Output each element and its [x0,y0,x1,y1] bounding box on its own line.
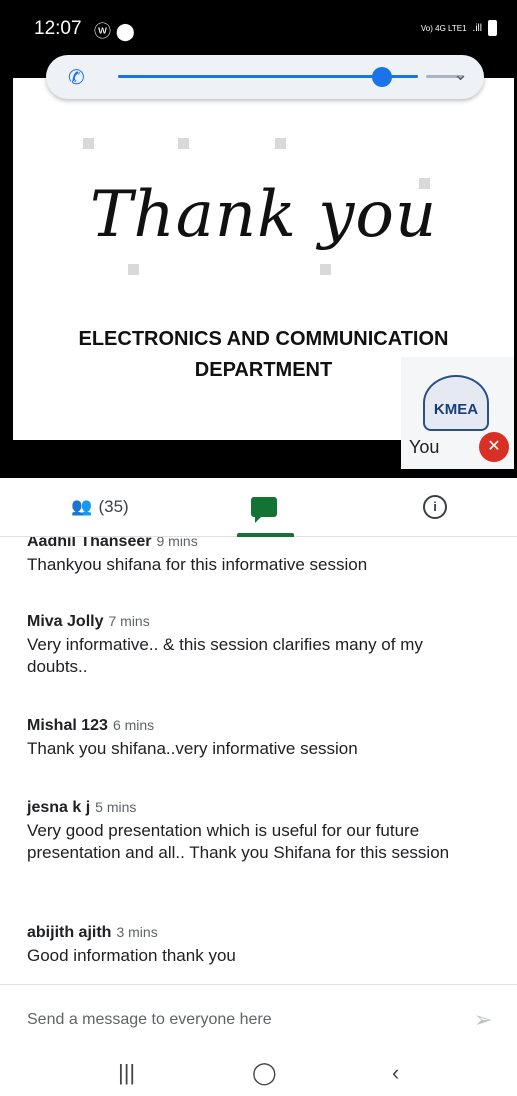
status-right: Vo) 4G LTE1 .ill [421,20,497,36]
message-sender: abijith ajith [27,924,112,941]
message-composer: Send a message to everyone here ➢ [0,984,517,1053]
message-text: Thank you shifana..very informative sess… [27,739,358,758]
chat-message: Miva Jolly 7 mins Very informative.. & th… [27,613,487,678]
meeting-tabs: 👥 (35) i [0,478,517,537]
people-icon: 👥 [71,497,93,516]
message-time: 9 mins [156,537,198,549]
message-sender: Mishal 123 [27,717,108,734]
slide-department-line1: ELECTRONICS AND COMMUNICATION [78,328,449,350]
message-time: 5 mins [95,799,137,815]
status-bar: 12:07 ⓦ ⬤ Vo) 4G LTE1 .ill [0,0,517,58]
network-indicator: Vo) 4G LTE1 [420,23,467,33]
chevron-down-icon[interactable]: ⌄ [453,64,468,85]
kmea-logo: KMEA [423,375,489,431]
info-icon: i [423,495,447,519]
decor-dot [128,264,139,275]
decor-dot [275,138,286,149]
status-time: 12:07 [34,18,82,39]
message-time: 7 mins [108,613,150,629]
chat-message: abijith ajith 3 mins Good information tha… [27,924,487,967]
message-input[interactable]: Send a message to everyone here [27,1011,272,1029]
send-icon[interactable]: ➢ [474,1007,492,1033]
notification-icons: ⓦ ⬤ [94,22,135,41]
message-time: 3 mins [116,924,158,940]
recents-button[interactable]: ||| [118,1060,135,1086]
message-text: Thankyou shifana for this informative se… [27,555,368,574]
message-sender: Aadhil Thanseer [27,537,152,550]
volume-slider-thumb[interactable] [372,67,392,87]
decor-dot [178,138,189,149]
message-sender: jesna k j [27,799,91,816]
system-nav-bar: ||| ◯ ‹ [0,1052,517,1096]
chat-icon [251,497,277,523]
chat-message: Mishal 123 6 mins Thank you shifana..very… [27,717,487,760]
message-time: 6 mins [112,717,155,733]
self-label: You [409,437,440,457]
home-button[interactable]: ◯ [252,1060,277,1086]
message-text: Good information thank you [27,946,236,965]
phone-icon: ✆ [68,67,85,89]
battery-icon [488,20,497,36]
kmea-logo-text: KMEA [433,401,479,418]
message-sender: Miva Jolly [27,613,104,630]
chat-messages: Aadhil Thanseer 9 mins Thankyou shifana f… [0,537,517,984]
signal-icon: .ill [472,22,482,34]
tab-chat[interactable] [229,478,299,536]
slide-title: Thank you [89,178,438,252]
decor-dot [320,264,331,275]
chat-message: Aadhil Thanseer 9 mins Thankyou shifana f… [27,537,487,576]
decor-dot [83,138,94,149]
mic-off-icon[interactable]: ✕ [479,432,509,462]
tab-people[interactable]: 👥 (35) [50,478,150,536]
back-button[interactable]: ‹ [392,1060,399,1086]
chat-message: jesna k j5 mins Very good presentation w… [27,799,487,864]
call-volume-bar: ✆ ⌄ [46,55,484,99]
people-count: (35) [98,497,129,516]
self-video-tile[interactable]: KMEA You ✕ [401,357,514,469]
message-text: Very good presentation which is useful f… [27,821,450,862]
tab-info[interactable]: i [405,478,465,536]
message-text: Very informative.. & this session clarif… [27,635,423,676]
